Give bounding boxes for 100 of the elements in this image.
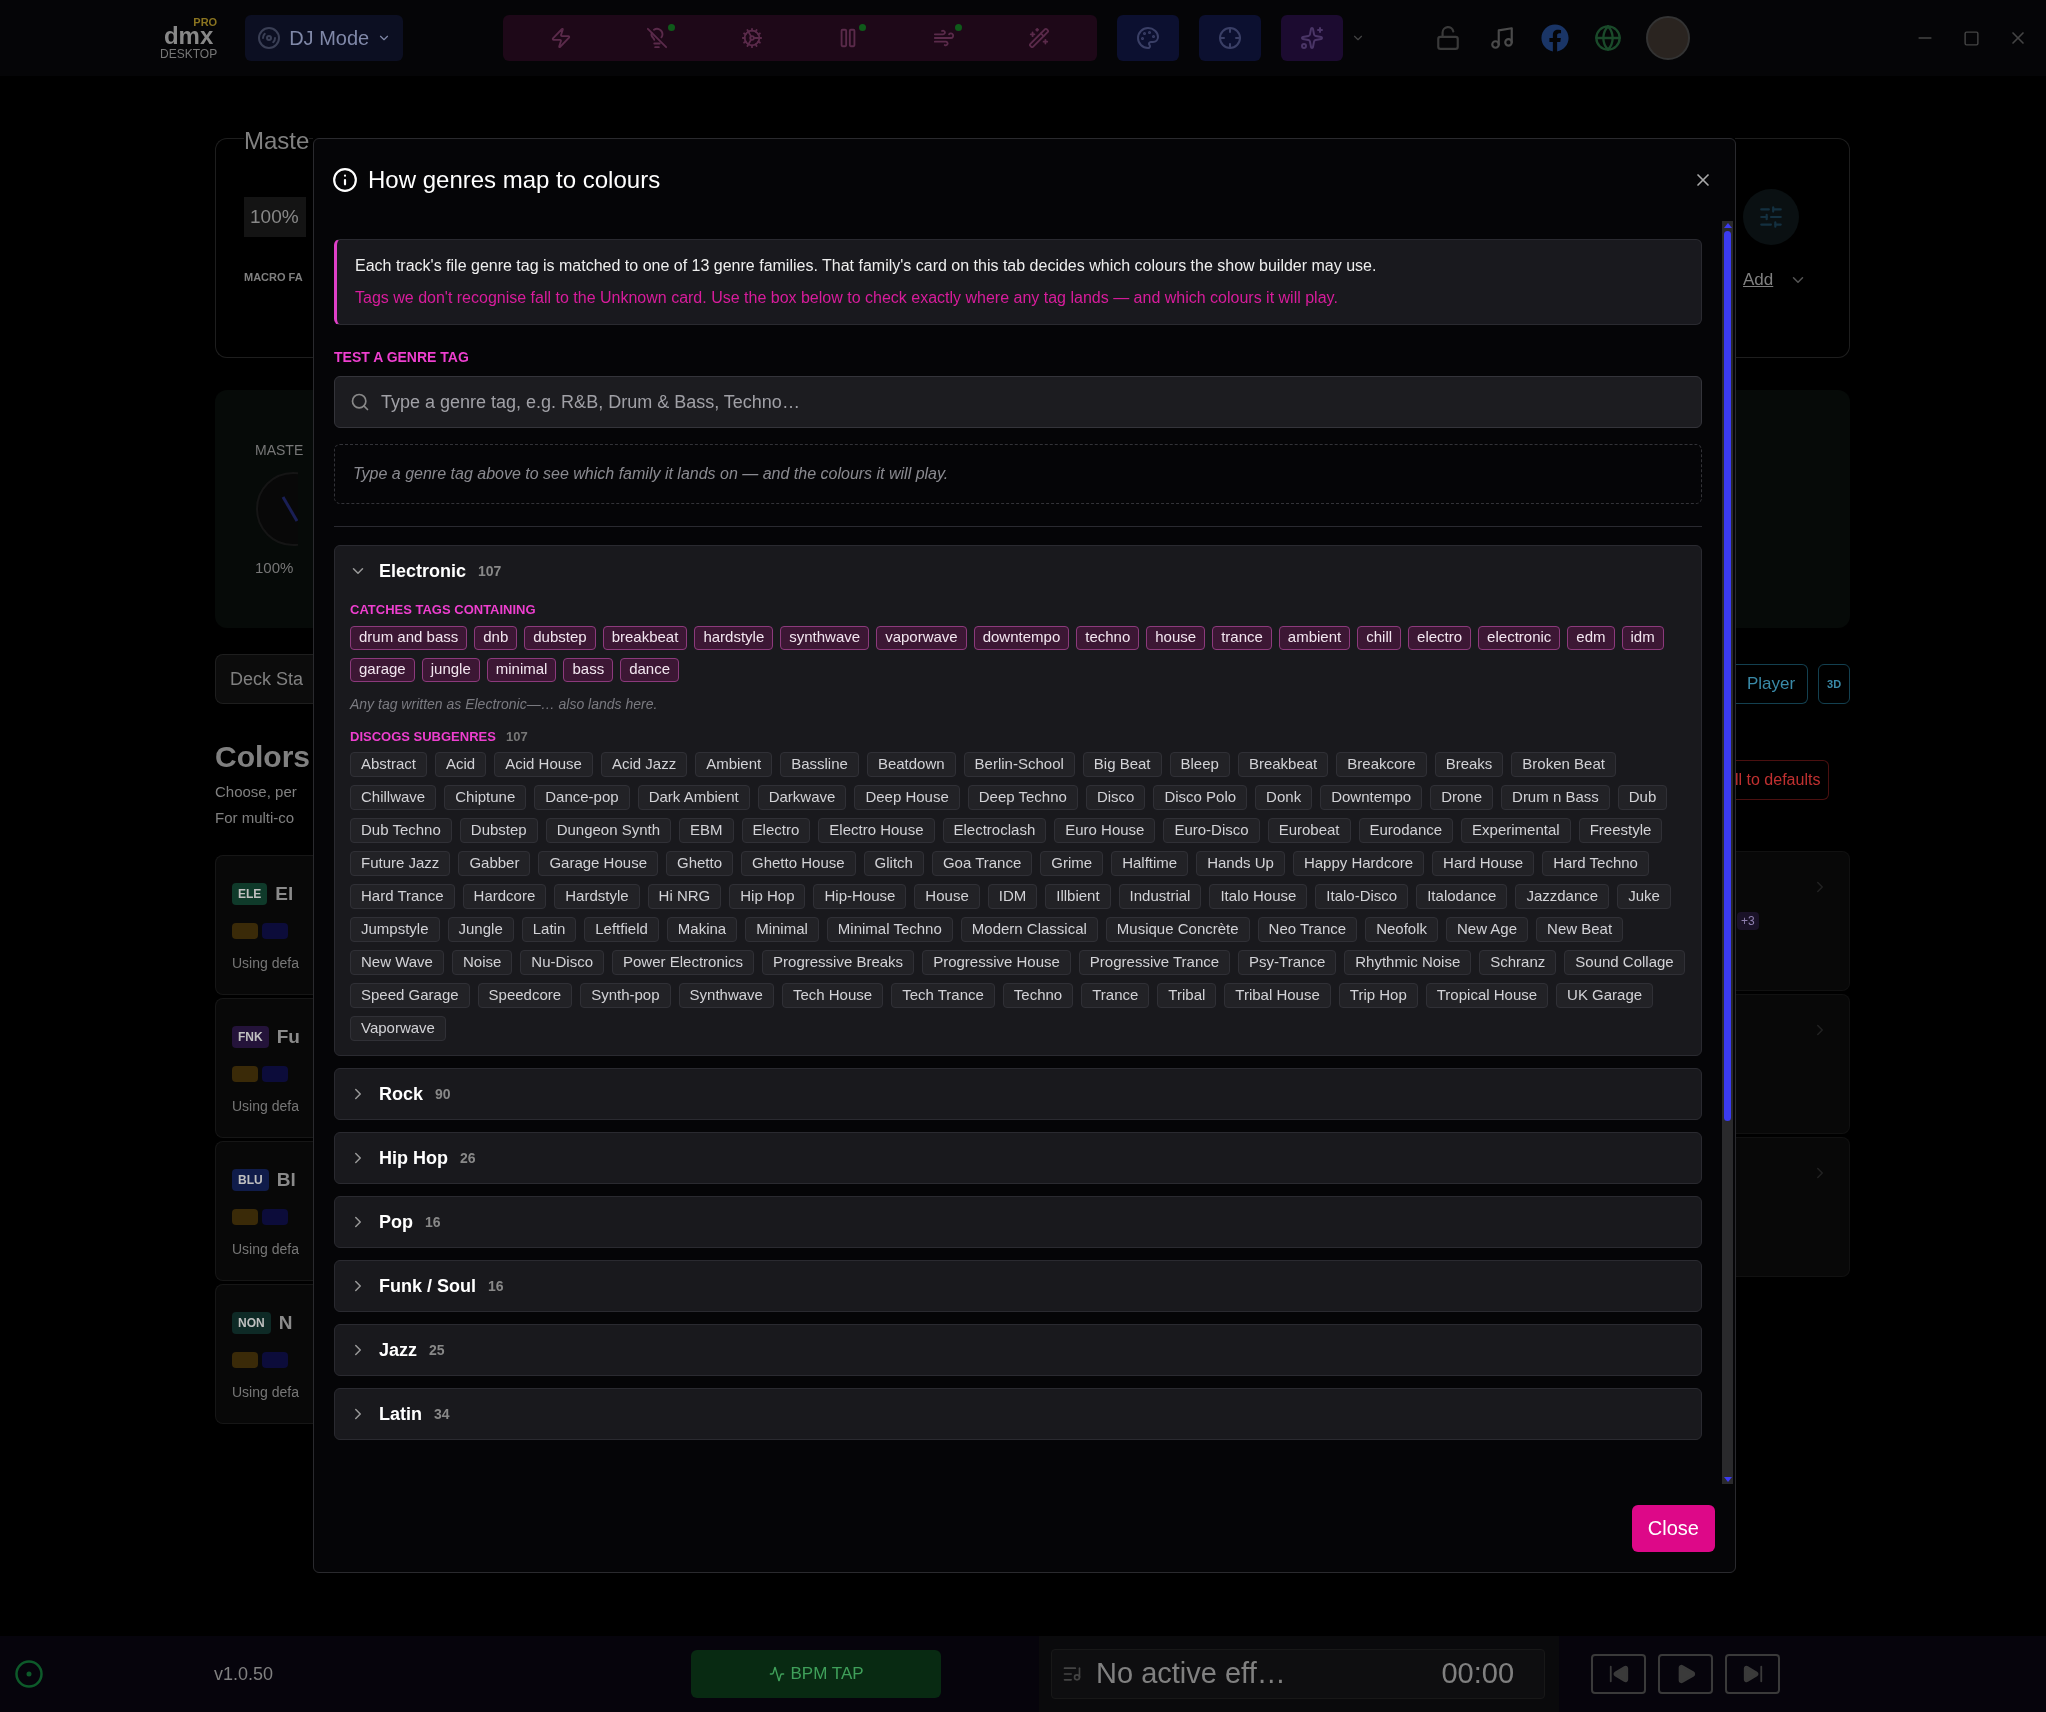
family-header[interactable]: Jazz 25: [335, 1325, 1701, 1375]
next-button[interactable]: [1725, 1654, 1781, 1694]
subgenre-chip: Progressive House: [922, 950, 1071, 975]
add-link[interactable]: Add: [1743, 267, 1774, 293]
subgenre-chip: Tribal House: [1224, 983, 1331, 1008]
subgenre-chip: Glitch: [863, 851, 924, 876]
play-button[interactable]: [1658, 1654, 1714, 1694]
subgenre-chip: Power Electronics: [612, 950, 755, 975]
subgenre-chip: Eurodance: [1358, 818, 1454, 843]
subgenre-chip: New Wave: [350, 950, 444, 975]
subgenre-chip: UK Garage: [1556, 983, 1654, 1008]
info-text: Each track's file genre tag is matched to one of 13 genre families. That family's card on this tab decides which colours the show builder may use.: [355, 256, 1378, 276]
bpm-tap-button[interactable]: BPM TAP: [691, 1650, 942, 1698]
subgenre-chip: Musique Concrète: [1105, 917, 1250, 942]
subgenre-chip: Modern Classical: [960, 917, 1098, 942]
tag-chip: trance: [1212, 625, 1272, 650]
color-swatch: [232, 1208, 258, 1225]
subgenre-chip: Garage House: [538, 851, 658, 876]
subgenre-chip: Acid House: [494, 752, 593, 777]
mode-dropdown[interactable]: DJ Mode: [245, 15, 404, 61]
family-header[interactable]: Latin 34: [335, 1389, 1701, 1439]
wand-icon: [1028, 27, 1051, 49]
music-icon[interactable]: [1489, 25, 1516, 51]
family-header[interactable]: Hip Hop 26: [335, 1133, 1701, 1183]
subgenre-chip: Jumpstyle: [350, 917, 440, 942]
section-title: Colors: [215, 739, 311, 775]
color-card-edge[interactable]: +3: [1735, 851, 1850, 991]
scrollbar[interactable]: [1722, 221, 1733, 1484]
section-label: TEST A GENRE TAG: [334, 348, 470, 367]
facebook-icon[interactable]: [1541, 24, 1570, 52]
color-card[interactable]: FNK Fu Using defa: [215, 998, 313, 1138]
subgenre-chip: Chillwave: [350, 785, 437, 810]
subgenre-chip: Noise: [451, 950, 513, 975]
subgenre-chip: Hard House: [1432, 851, 1535, 876]
subgenre-chip: Donk: [1255, 785, 1313, 810]
color-card[interactable]: BLU Bl Using defa: [215, 1141, 313, 1281]
subgenre-chip: Acid Jazz: [600, 752, 688, 777]
genre-tag: NON: [232, 1312, 271, 1335]
subgenre-chip: Bassline: [780, 752, 859, 777]
family-header[interactable]: Rock 90: [335, 1069, 1701, 1119]
value-field[interactable]: 100%: [244, 197, 306, 237]
family-name: Latin: [379, 1402, 422, 1426]
tag-chip: ambient: [1278, 625, 1351, 650]
tag-chip: dance: [620, 657, 679, 682]
color-swatch: [232, 1065, 258, 1082]
color-card[interactable]: NON N Using defa: [215, 1284, 313, 1424]
subgenre-chip: Hip-House: [813, 884, 907, 909]
unlock-icon[interactable]: [1435, 25, 1462, 51]
subgenre-chip: Latin: [521, 917, 577, 942]
family-name: Funk / Soul: [379, 1274, 476, 1298]
info-icon: [332, 167, 358, 193]
gear-icon: [741, 27, 764, 49]
subgenre-count: 107: [505, 727, 528, 746]
previous-button[interactable]: [1591, 1654, 1647, 1694]
mixer-button[interactable]: [1743, 189, 1799, 245]
subgenre-chip: House: [914, 884, 980, 909]
color-swatch: [262, 922, 288, 939]
family-header[interactable]: Funk / Soul 16: [335, 1261, 1701, 1311]
sliders-icon: [1758, 204, 1784, 230]
target-button[interactable]: [1199, 15, 1262, 61]
subgenre-chip: Euro House: [1054, 818, 1156, 843]
section-label: CATCHES TAGS CONTAINING: [350, 601, 537, 619]
subgenre-chip: Illbient: [1045, 884, 1111, 909]
3d-button[interactable]: 3D: [1818, 664, 1850, 704]
avatar[interactable]: [1646, 16, 1691, 60]
macro-label: MACRO FA: [244, 270, 304, 285]
card-name: El: [275, 882, 294, 906]
subgenre-chip: Italodance: [1416, 884, 1508, 909]
tag-chip: vaporwave: [876, 625, 967, 650]
logo-subtitle: DESKTOP: [160, 47, 218, 60]
tag-chip: synthwave: [780, 625, 870, 650]
tag-chip: minimal: [486, 657, 557, 682]
close-button[interactable]: Close: [1631, 1504, 1715, 1552]
deck-stage-button[interactable]: Deck Sta: [215, 654, 313, 704]
scrollbar-thumb[interactable]: [1724, 231, 1731, 1121]
card-note: Using defa: [232, 1096, 300, 1116]
subgenre-chip: Progressive Trance: [1078, 950, 1231, 975]
subgenre-chip: IDM: [987, 884, 1038, 909]
info-note: Tags we don't recognise fall to the Unknown card. Use the box below to check exactly where any tag lands — and which colours it will play.: [355, 288, 1339, 308]
palette-button[interactable]: [1117, 15, 1180, 61]
maximize-icon[interactable]: [1963, 29, 1980, 47]
playlist-icon[interactable]: [1062, 1664, 1083, 1684]
radar-icon[interactable]: [14, 1659, 44, 1689]
family-count: 26: [460, 1148, 476, 1168]
subgenre-chip: Synth-pop: [580, 983, 671, 1008]
sparkle-button[interactable]: [1281, 15, 1344, 61]
lightbulb-off-icon: [645, 27, 668, 49]
subgenre-chip: Jungle: [447, 917, 514, 942]
family-header[interactable]: Electronic 107: [335, 546, 1701, 596]
color-card[interactable]: ELE El Using defa: [215, 855, 313, 995]
subgenre-chip: Broken Beat: [1511, 752, 1616, 777]
family-header[interactable]: Pop 16: [335, 1197, 1701, 1247]
color-card-edge[interactable]: [1735, 994, 1850, 1134]
subgenre-chip: Hardcore: [462, 884, 547, 909]
subgenre-chip: Tech Trance: [891, 983, 995, 1008]
globe-icon[interactable]: [1594, 24, 1623, 52]
color-swatch: [262, 1351, 288, 1368]
color-card-edge[interactable]: [1735, 1137, 1850, 1277]
tag-chip: breakbeat: [602, 625, 688, 650]
genre-search-field[interactable]: Type a genre tag, e.g. R&B, Drum & Bass, Techno…: [334, 376, 1702, 428]
